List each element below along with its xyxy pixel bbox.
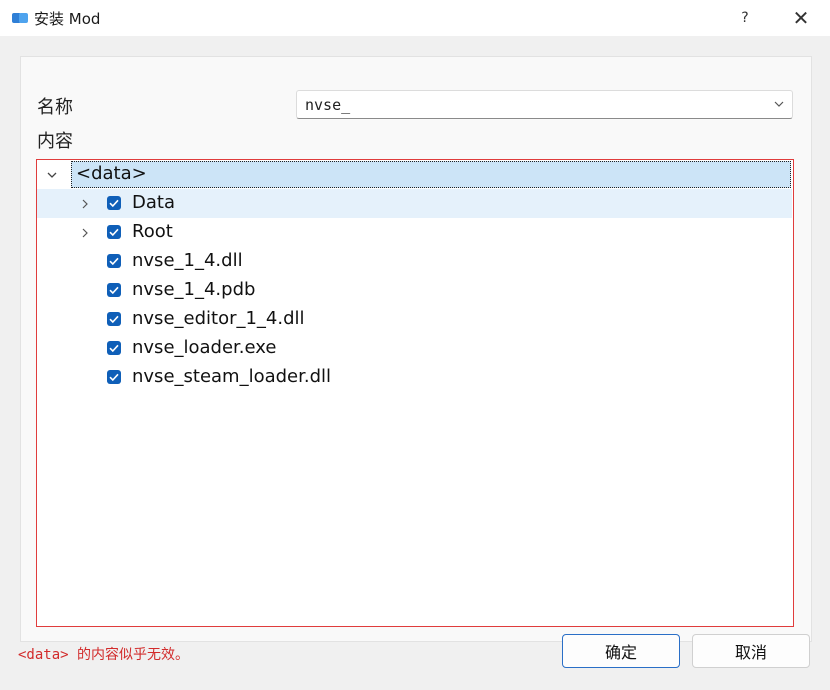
app-logo-icon xyxy=(12,13,28,23)
checkmark-icon xyxy=(109,228,119,237)
tree-item-file[interactable]: nvse_1_4.pdb xyxy=(37,276,792,305)
tree-item-label[interactable]: nvse_1_4.dll xyxy=(132,250,243,271)
help-button[interactable]: ? xyxy=(722,0,768,36)
chevron-down-icon[interactable] xyxy=(774,99,784,109)
tree-item-root[interactable]: Root xyxy=(37,218,792,247)
checkbox-checked[interactable] xyxy=(107,341,121,355)
checkbox-checked[interactable] xyxy=(107,254,121,268)
tree-item-label[interactable]: nvse_editor_1_4.dll xyxy=(132,308,305,329)
tree-item-label[interactable]: Root xyxy=(132,221,173,242)
content-panel: 名称 nvse_ 内容 <data> Data Root nvse_1_4.dl… xyxy=(20,56,812,642)
title-bar: 安装 Mod ? ✕ xyxy=(0,0,830,36)
checkbox-checked[interactable] xyxy=(107,312,121,326)
content-tree[interactable]: <data> Data Root nvse_1_4.dll nvse_1_4.p… xyxy=(36,159,794,627)
checkmark-icon xyxy=(109,199,119,208)
tree-item-file[interactable]: nvse_1_4.dll xyxy=(37,247,792,276)
name-combobox[interactable]: nvse_ xyxy=(296,90,793,119)
content-label: 内容 xyxy=(37,131,73,152)
tree-item-label[interactable]: nvse_1_4.pdb xyxy=(132,279,255,300)
name-combobox-value[interactable]: nvse_ xyxy=(305,96,350,114)
window-title: 安装 Mod xyxy=(34,10,101,28)
cancel-button[interactable]: 取消 xyxy=(692,634,810,668)
tree-root-label[interactable]: <data> xyxy=(76,163,147,184)
tree-item-label[interactable]: nvse_steam_loader.dll xyxy=(132,366,331,387)
tree-item-label[interactable]: nvse_loader.exe xyxy=(132,337,276,358)
tree-item-file[interactable]: nvse_editor_1_4.dll xyxy=(37,305,792,334)
checkmark-icon xyxy=(109,344,119,353)
checkmark-icon xyxy=(109,257,119,266)
checkmark-icon xyxy=(109,286,119,295)
ok-button[interactable]: 确定 xyxy=(562,634,680,668)
tree-item-file[interactable]: nvse_steam_loader.dll xyxy=(37,363,792,392)
tree-item-label[interactable]: Data xyxy=(132,192,175,213)
checkbox-checked[interactable] xyxy=(107,196,121,210)
checkbox-checked[interactable] xyxy=(107,370,121,384)
chevron-right-icon[interactable] xyxy=(80,199,90,209)
error-message: <data> 的内容似乎无效。 xyxy=(18,647,190,663)
checkbox-checked[interactable] xyxy=(107,283,121,297)
checkmark-icon xyxy=(109,315,119,324)
close-button[interactable]: ✕ xyxy=(778,0,824,36)
name-label: 名称 xyxy=(37,97,73,118)
tree-item-file[interactable]: nvse_loader.exe xyxy=(37,334,792,363)
chevron-down-icon[interactable] xyxy=(47,170,57,180)
tree-root-row[interactable]: <data> xyxy=(37,161,792,188)
tree-root-selection xyxy=(71,161,791,188)
tree-item-data[interactable]: Data xyxy=(37,189,792,218)
dialog-body: 名称 nvse_ 内容 <data> Data Root nvse_1_4.dl… xyxy=(0,36,830,690)
checkmark-icon xyxy=(109,373,119,382)
checkbox-checked[interactable] xyxy=(107,225,121,239)
chevron-right-icon[interactable] xyxy=(80,228,90,238)
